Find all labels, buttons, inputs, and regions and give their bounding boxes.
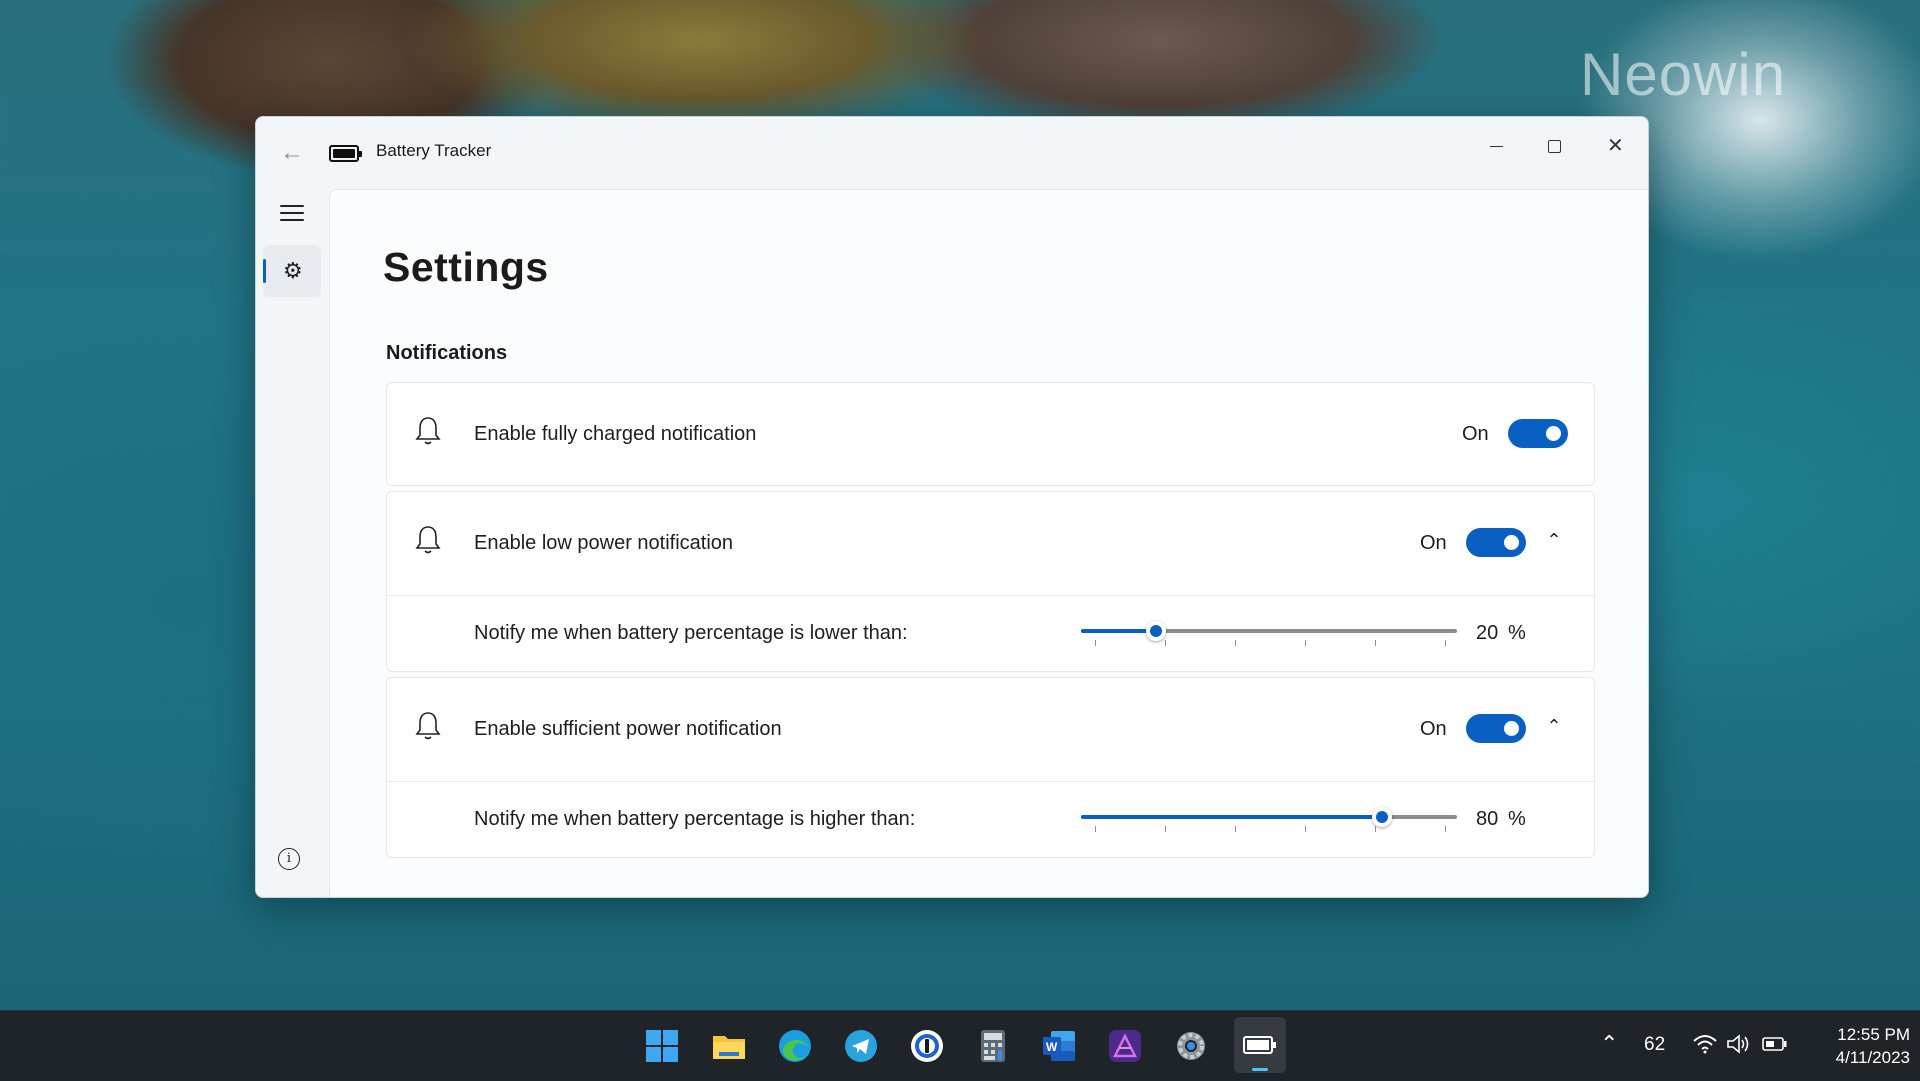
maximize-button[interactable] [1532,131,1576,161]
slider-thumb[interactable] [1146,621,1167,641]
setting-card-fully-charged: Enable fully charged notification On [386,382,1595,486]
section-header: Notifications [386,342,508,364]
setting-label: Enable low power notification [474,532,734,554]
low-power-toggle[interactable] [1466,528,1526,557]
bell-icon [415,526,441,554]
minimize-button[interactable] [1474,131,1518,161]
setting-card-sufficient-power: Enable sufficient power notification On … [386,677,1595,858]
info-icon[interactable]: i [278,848,300,870]
slider-fill [1081,629,1157,633]
toggle-state-label: On [1420,718,1447,740]
fully-charged-toggle[interactable] [1508,419,1568,448]
toggle-state-label: On [1462,423,1489,445]
watermark: Neowin [1580,41,1787,108]
volume-icon[interactable] [1726,1033,1752,1061]
threshold-unit: % [1508,808,1526,830]
selection-indicator [263,259,266,283]
chevron-up-icon[interactable]: ⌃ [1600,1031,1618,1057]
divider [387,595,1594,596]
divider [387,781,1594,782]
slider-fill [1081,815,1382,819]
slider-tick [1305,826,1306,832]
sufficient-power-slider[interactable] [1081,802,1457,832]
toggle-state-label: On [1420,532,1447,554]
slider-tick [1375,826,1376,832]
bell-icon [415,712,441,740]
setting-card-low-power: Enable low power notification On ⌃ Notif… [386,491,1595,672]
close-icon: ✕ [1607,135,1624,157]
wifi-icon[interactable] [1692,1033,1718,1061]
svg-text:W: W [1046,1040,1058,1054]
settings-page: Settings Notifications Enable fully char… [329,189,1648,897]
slider-tick [1165,640,1166,646]
slider-tick [1095,640,1096,646]
threshold-label: Notify me when battery percentage is low… [474,622,908,644]
battery-app-icon [329,145,362,162]
setting-label: Enable fully charged notification [474,423,757,445]
slider-tick [1235,640,1236,646]
telegram-icon[interactable] [843,1028,879,1064]
clock-date: 4/11/2023 [1835,1048,1910,1067]
slider-tick [1445,640,1446,646]
slider-tick [1375,640,1376,646]
threshold-value: 20 [1476,622,1499,644]
back-arrow-icon[interactable]: ← [278,139,306,167]
word-icon[interactable]: W [1041,1028,1077,1064]
threshold-label: Notify me when battery percentage is hig… [474,808,916,830]
tray-number: 62 [1644,1034,1666,1055]
edge-icon[interactable] [777,1028,813,1064]
windows-start-icon[interactable] [644,1028,680,1064]
low-power-slider[interactable] [1081,616,1457,646]
slider-thumb[interactable] [1371,807,1392,827]
bell-icon [415,417,441,445]
close-button[interactable]: ✕ [1592,131,1636,161]
threshold-value: 80 [1476,808,1499,830]
slider-tick [1095,826,1096,832]
file-explorer-icon[interactable] [711,1028,747,1064]
sufficient-power-toggle[interactable] [1466,714,1526,743]
slider-tick [1305,640,1306,646]
hamburger-icon[interactable] [280,205,304,223]
minimize-icon [1490,146,1503,147]
chevron-up-icon[interactable]: ⌃ [1544,530,1564,550]
calculator-icon[interactable] [975,1028,1011,1064]
taskbar: W ⌃ 62 12:55 PM 4/11/2023 [0,1010,1920,1081]
maximize-icon [1548,140,1561,153]
slider-tick [1445,826,1446,832]
settings-icon[interactable] [1173,1028,1209,1064]
sidebar-item-settings[interactable]: ⚙ [263,245,321,297]
clock[interactable]: 12:55 PM 4/11/2023 [1810,1023,1910,1069]
1password-icon[interactable] [909,1028,945,1064]
window-title: Battery Tracker [376,141,492,160]
affinity-photo-icon[interactable] [1107,1028,1143,1064]
slider-tick [1235,826,1236,832]
slider-tick [1165,826,1166,832]
clock-time: 12:55 PM [1837,1025,1910,1044]
battery-icon[interactable] [1762,1035,1788,1059]
threshold-unit: % [1508,622,1526,644]
page-title: Settings [383,244,549,290]
chevron-up-icon[interactable]: ⌃ [1544,716,1564,736]
setting-label: Enable sufficient power notification [474,718,782,740]
title-bar: ← Battery Tracker ✕ [256,117,1648,189]
battery-tracker-icon[interactable] [1234,1017,1286,1073]
app-window: ← Battery Tracker ✕ ⚙ i Settings Notific… [255,116,1649,898]
gear-icon: ⚙ [283,258,303,283]
